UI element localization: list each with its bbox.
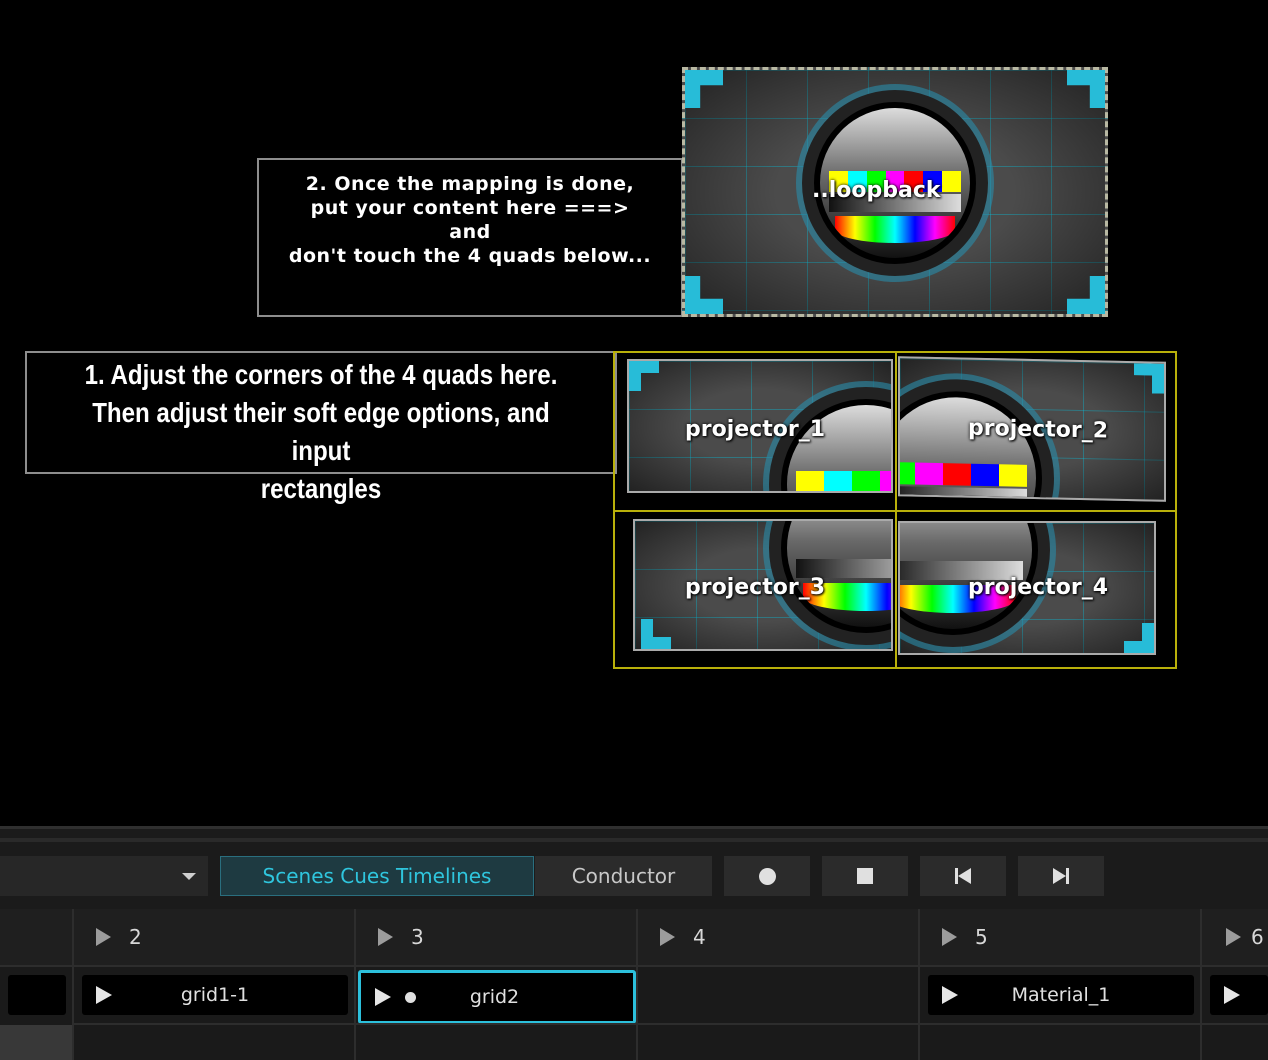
record-button[interactable] <box>724 856 810 896</box>
cue-cell-empty[interactable] <box>0 1025 74 1060</box>
panel-divider[interactable] <box>0 826 1268 829</box>
cue-column: 5 Material_1 <box>918 909 1202 1060</box>
tab-conductor[interactable]: Conductor <box>535 856 712 896</box>
loopback-label: ..loopback <box>812 178 941 203</box>
note-1-line: Then adjust their soft edge options, and… <box>92 397 550 466</box>
cue-column <box>0 909 74 1060</box>
corner-handle-icon[interactable] <box>1124 623 1154 653</box>
panel-divider <box>0 838 1268 842</box>
play-icon[interactable] <box>660 928 675 946</box>
corner-handle-icon[interactable] <box>685 70 723 108</box>
play-icon[interactable] <box>378 928 393 946</box>
play-icon[interactable] <box>96 986 112 1004</box>
corner-handle-icon[interactable] <box>629 361 659 391</box>
note-2-line: don't touch the 4 quads below... <box>288 245 652 267</box>
cue-column: 2 grid1-1 <box>72 909 356 1060</box>
note-2-line: put your content here ===> <box>310 197 630 219</box>
corner-handle-icon[interactable] <box>1134 363 1164 394</box>
row-divider <box>1202 1023 1268 1025</box>
row-divider <box>356 1023 638 1025</box>
cue-column: 4 <box>636 909 920 1060</box>
play-icon[interactable] <box>942 928 957 946</box>
cue-grid: 2 grid1-1 3 grid2 4 5 Material_1 6 <box>0 909 1268 1060</box>
play-icon[interactable] <box>1226 928 1241 946</box>
column-number: 2 <box>129 925 142 949</box>
play-icon[interactable] <box>375 988 391 1006</box>
chevron-down-icon <box>182 872 196 880</box>
column-number: 4 <box>693 925 706 949</box>
projector-label: projector_1 <box>685 417 826 442</box>
stop-icon <box>857 868 873 884</box>
cue-cell[interactable]: grid1-1 <box>82 975 348 1015</box>
projector-label: projector_4 <box>968 575 1109 600</box>
skip-last-button[interactable] <box>1018 856 1104 896</box>
note-2-line: and <box>449 221 491 243</box>
stop-button[interactable] <box>822 856 908 896</box>
cue-column-header[interactable]: 3 <box>356 909 638 967</box>
cue-column-header[interactable]: 6 <box>1202 909 1268 967</box>
note-2-line: 2. Once the mapping is done, <box>305 173 635 195</box>
cue-label: grid2 <box>469 986 520 1008</box>
projector-quad-2[interactable]: projector_2 <box>898 356 1166 502</box>
row-divider <box>638 1023 920 1025</box>
corner-handle-icon[interactable] <box>1067 276 1105 314</box>
record-icon <box>758 867 776 885</box>
render-viewport[interactable]: 2. Once the mapping is done, put your co… <box>0 0 1268 826</box>
cue-column-header[interactable]: 2 <box>74 909 356 967</box>
cue-panel: Scenes Cues Timelines Conductor 2 grid1-… <box>0 826 1268 1060</box>
column-number: 3 <box>411 925 424 949</box>
projector-label: projector_2 <box>968 415 1109 444</box>
cue-toolbar: Scenes Cues Timelines Conductor <box>0 856 1268 896</box>
play-icon[interactable] <box>942 986 958 1004</box>
projector-label: projector_3 <box>685 575 826 600</box>
cue-label: Material_1 <box>1011 984 1111 1006</box>
play-icon[interactable] <box>1224 986 1240 1004</box>
projector-quad-4[interactable]: projector_4 <box>898 521 1156 655</box>
corner-handle-icon[interactable] <box>685 276 723 314</box>
quad-divider-vertical <box>895 353 897 667</box>
cue-column-header[interactable]: 4 <box>638 909 920 967</box>
play-icon[interactable] <box>96 928 111 946</box>
cue-cell[interactable] <box>1210 975 1268 1015</box>
row-divider <box>74 1023 356 1025</box>
cue-column: 6 <box>1200 909 1268 1060</box>
projector-quad-3[interactable]: projector_3 <box>633 519 893 651</box>
note-1-line: 1. Adjust the corners of the 4 quads her… <box>84 359 558 390</box>
cue-column: 3 grid2 <box>354 909 638 1060</box>
cue-label: grid1-1 <box>180 984 250 1006</box>
column-number: 5 <box>975 925 988 949</box>
scene-dropdown[interactable] <box>0 856 208 896</box>
cue-column-header[interactable] <box>0 909 74 967</box>
corner-handle-icon[interactable] <box>641 619 671 649</box>
instruction-note-1: 1. Adjust the corners of the 4 quads her… <box>25 351 617 504</box>
instruction-note-2: 2. Once the mapping is done, put your co… <box>257 158 683 317</box>
column-number: 6 <box>1251 925 1264 949</box>
tab-scenes-cues-timelines[interactable]: Scenes Cues Timelines <box>220 856 534 896</box>
row-divider <box>920 1023 1202 1025</box>
note-1-line: rectangles <box>260 473 382 504</box>
cue-cell-active[interactable]: grid2 <box>358 970 636 1024</box>
projector-quad-1[interactable]: projector_1 <box>627 359 893 493</box>
corner-handle-icon[interactable] <box>1067 70 1105 108</box>
skip-first-icon <box>955 868 971 884</box>
cue-cell[interactable]: Material_1 <box>928 975 1194 1015</box>
projector-quads-group[interactable]: projector_1 projector_2 projector_3 proj… <box>613 351 1177 669</box>
cue-cell[interactable] <box>8 975 66 1015</box>
active-dot-icon <box>405 991 416 1003</box>
cue-column-header[interactable]: 5 <box>920 909 1202 967</box>
skip-first-button[interactable] <box>920 856 1006 896</box>
skip-last-icon <box>1053 868 1069 884</box>
